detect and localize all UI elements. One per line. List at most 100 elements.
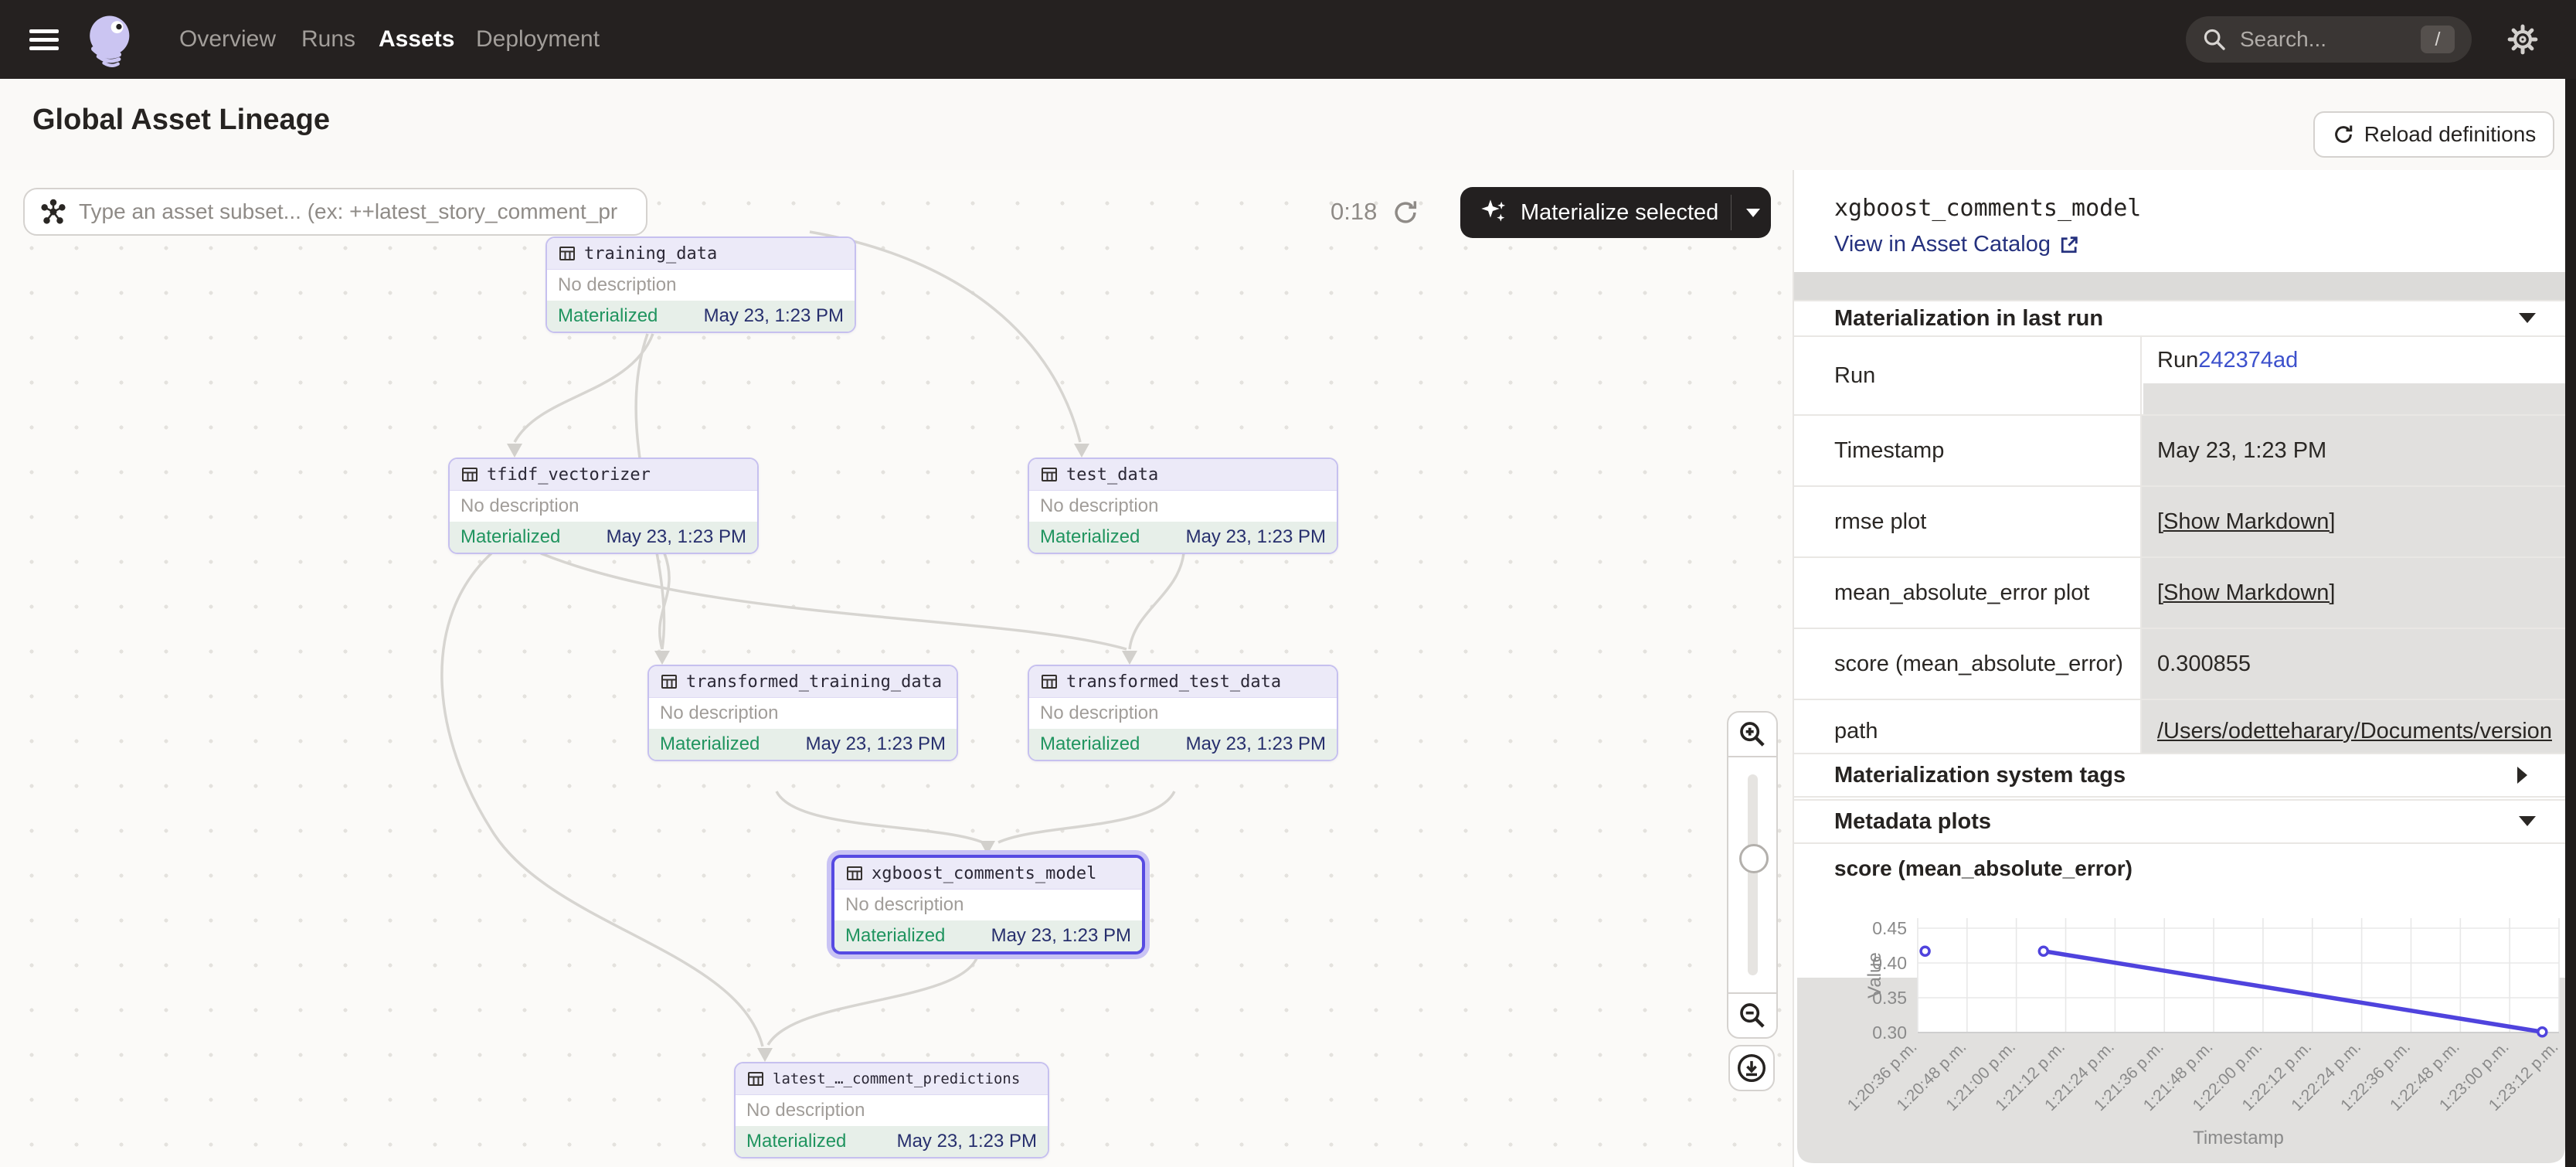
materialize-selected-button[interactable]: Materialize selected (1460, 187, 1771, 238)
reload-definitions-button[interactable]: Reload definitions (2313, 111, 2554, 158)
page-vertical-scrollbar[interactable] (2565, 79, 2576, 1167)
show-markdown-link[interactable]: [Show Markdown] (2157, 509, 2336, 535)
table-row-rmse-plot: rmse plot [Show Markdown] (1794, 487, 2567, 558)
panel-horizontal-scrollbar[interactable] (1794, 272, 2567, 300)
asset-node-training-data[interactable]: training_data No description Materialize… (545, 236, 856, 333)
asset-name: test_data (1066, 465, 1158, 485)
asset-node-xgboost-comments-model[interactable]: xgboost_comments_model No description Ma… (831, 855, 1145, 954)
row-label: rmse plot (1794, 487, 2142, 556)
asset-description: No description (834, 890, 1142, 920)
zoom-slider-thumb[interactable] (1739, 844, 1769, 873)
hamburger-menu-icon[interactable] (29, 25, 59, 54)
table-icon (660, 672, 678, 691)
asset-details-title: xgboost_comments_model (1834, 195, 2141, 222)
row-value: May 23, 1:23 PM (2142, 416, 2567, 485)
status-badge: Materialized (845, 925, 945, 947)
asset-subset-filter[interactable] (23, 188, 647, 236)
table-icon (1040, 465, 1059, 484)
table-icon (1040, 672, 1059, 691)
table-row-run: Run Run 242374ad (1794, 337, 2567, 416)
sparkles-icon (1479, 197, 1510, 228)
asset-name: xgboost_comments_model (872, 864, 1096, 883)
materialize-selected-label: Materialize selected (1521, 200, 1718, 226)
asset-node-test-data[interactable]: test_data No description MaterializedMay… (1028, 458, 1338, 554)
score-line-chart: 0.450.400.350.301:20:36 p.m.1:20:48 p.m.… (1794, 889, 2568, 1167)
row-label: score (mean_absolute_error) (1794, 629, 2142, 699)
show-markdown-link[interactable]: [Show Markdown] (2157, 580, 2336, 606)
asset-name: tfidf_vectorizer (487, 465, 651, 485)
asset-node-transformed-training-data[interactable]: transformed_training_data No description… (647, 665, 958, 761)
path-link[interactable]: /Users/odetteharary/Documents/version (2157, 719, 2552, 744)
zoom-out-button[interactable] (1728, 992, 1776, 1037)
materialization-time: May 23, 1:23 PM (991, 925, 1131, 947)
materialization-time: May 23, 1:23 PM (1186, 733, 1326, 755)
global-search[interactable]: / (2186, 16, 2472, 63)
external-link-icon (2058, 234, 2080, 256)
search-shortcut-badge: / (2421, 26, 2455, 53)
zoom-controls (1727, 711, 1778, 1039)
table-row-mae-plot: mean_absolute_error plot [Show Markdown] (1794, 558, 2567, 629)
run-id-link[interactable]: 242374ad (2198, 348, 2298, 373)
asset-subset-input[interactable] (77, 199, 637, 225)
materialization-time: May 23, 1:23 PM (1186, 526, 1326, 548)
nav-item-assets[interactable]: Assets (379, 0, 454, 79)
materialize-dropdown-caret[interactable] (1746, 209, 1760, 224)
zoom-in-button[interactable] (1728, 713, 1776, 757)
dagster-app: Overview Runs Assets Deployment / (0, 0, 2576, 1167)
search-icon (2201, 26, 2228, 53)
svg-text:0.30: 0.30 (1872, 1022, 1907, 1043)
status-badge: Materialized (460, 526, 560, 548)
status-badge: Materialized (1040, 526, 1140, 548)
chevron-right-icon (2517, 767, 2536, 784)
table-icon (460, 465, 479, 484)
row-value: [Show Markdown] (2142, 487, 2567, 556)
nav-item-deployment[interactable]: Deployment (476, 0, 600, 79)
search-input[interactable] (2238, 26, 2404, 53)
dagster-logo-icon[interactable] (80, 9, 141, 70)
asset-lineage-canvas[interactable]: training_data No description Materialize… (0, 170, 1793, 1167)
chevron-down-icon (2519, 313, 2536, 332)
row-label: Run (1794, 337, 2142, 414)
svg-text:Timestamp: Timestamp (2193, 1128, 2284, 1148)
asset-description: No description (1029, 698, 1337, 729)
asset-name: transformed_test_data (1066, 672, 1281, 692)
materialization-time: May 23, 1:23 PM (806, 733, 946, 755)
asset-name: transformed_training_data (686, 672, 942, 692)
top-nav: Overview Runs Assets Deployment / (0, 0, 2576, 79)
status-badge: Materialized (1040, 733, 1140, 755)
svg-text:0.45: 0.45 (1872, 918, 1907, 938)
refresh-icon (2332, 123, 2355, 146)
refresh-icon[interactable] (1391, 198, 1420, 227)
asset-name: latest_…_comment_predictions (773, 1070, 1020, 1087)
section-metadata-plots[interactable]: Metadata plots (1794, 799, 2567, 844)
download-graph-button[interactable] (1728, 1045, 1775, 1091)
refresh-timer: 0:18 (1330, 198, 1377, 226)
row-value: [Show Markdown] (2142, 558, 2567, 628)
svg-text:Value: Value (1864, 952, 1885, 999)
asset-node-latest-comment-predictions[interactable]: latest_…_comment_predictions No descript… (734, 1062, 1049, 1158)
asset-node-tfidf-vectorizer[interactable]: tfidf_vectorizer No description Material… (448, 458, 759, 554)
nav-item-runs[interactable]: Runs (301, 0, 355, 79)
row-value: 0.300855 (2142, 629, 2567, 699)
row-label: mean_absolute_error plot (1794, 558, 2142, 628)
loading-skeleton (2143, 383, 2567, 414)
asset-description: No description (649, 698, 957, 729)
asset-description: No description (736, 1095, 1048, 1126)
table-icon (845, 864, 864, 883)
zoom-slider-track[interactable] (1748, 774, 1758, 975)
materialization-time: May 23, 1:23 PM (607, 526, 746, 548)
section-materialization-in-last-run[interactable]: Materialization in last run (1794, 300, 2567, 337)
table-icon (558, 244, 576, 263)
asset-description: No description (450, 491, 757, 522)
metadata-plot-title: score (mean_absolute_error) (1834, 856, 2133, 881)
view-in-asset-catalog-link[interactable]: View in Asset Catalog (1834, 232, 2080, 257)
page-title: Global Asset Lineage (32, 104, 330, 137)
asset-graph-icon (40, 199, 66, 225)
table-row-timestamp: Timestamp May 23, 1:23 PM (1794, 416, 2567, 487)
asset-node-transformed-test-data[interactable]: transformed_test_data No description Mat… (1028, 665, 1338, 761)
gear-icon[interactable] (2505, 22, 2540, 57)
nav-item-overview[interactable]: Overview (179, 0, 276, 79)
status-badge: Materialized (558, 305, 658, 327)
asset-description: No description (547, 270, 855, 301)
section-materialization-system-tags[interactable]: Materialization system tags (1794, 753, 2567, 798)
